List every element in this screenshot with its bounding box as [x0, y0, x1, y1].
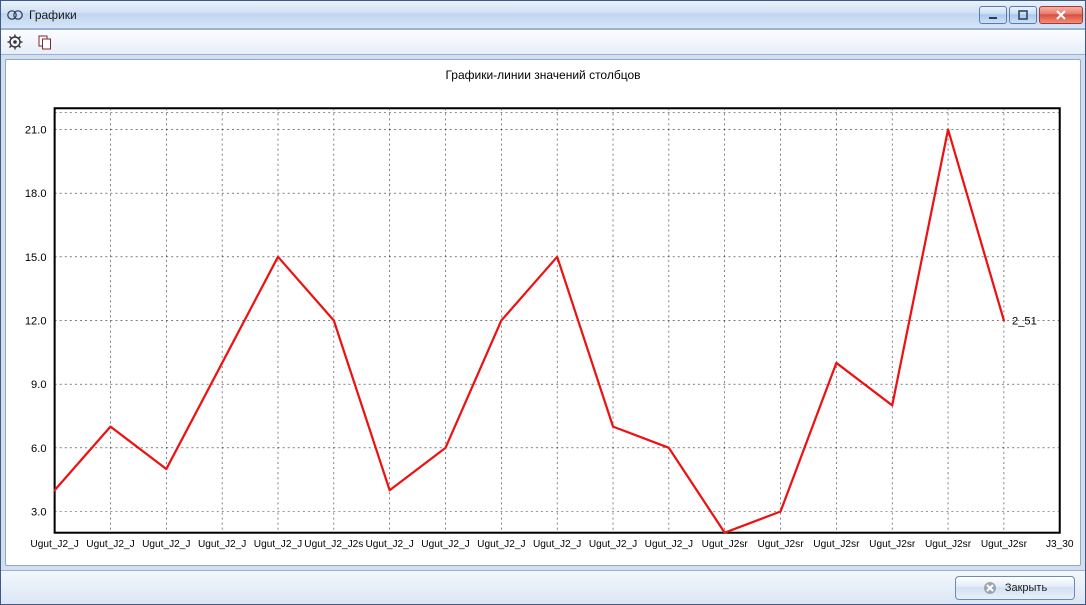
chart-area: 3.06.09.012.015.018.021.0Ugut_J2_JUgut_J… — [6, 84, 1080, 559]
close-window-button[interactable] — [1039, 6, 1083, 24]
svg-text:18.0: 18.0 — [25, 188, 47, 200]
svg-text:Ugut_J2_J: Ugut_J2_J — [589, 539, 637, 550]
svg-text:Ugut_J2_J: Ugut_J2_J — [142, 539, 190, 550]
svg-text:Ugut_J2sr: Ugut_J2sr — [757, 539, 804, 550]
svg-text:12.0: 12.0 — [25, 316, 47, 328]
svg-text:15.0: 15.0 — [25, 252, 47, 264]
svg-text:Ugut_J2_J: Ugut_J2_J — [86, 539, 134, 550]
app-icon — [7, 7, 23, 23]
svg-text:Ugut_J2sr: Ugut_J2sr — [869, 539, 916, 550]
app-window: Графики — [0, 0, 1086, 605]
svg-text:J3_30: J3_30 — [1046, 539, 1074, 550]
settings-icon[interactable] — [7, 34, 23, 50]
maximize-button[interactable] — [1009, 6, 1037, 24]
cancel-icon — [983, 581, 997, 595]
chart-title: Графики-линии значений столбцов — [6, 60, 1080, 84]
svg-text:21.0: 21.0 — [25, 125, 47, 137]
copy-icon[interactable] — [37, 34, 53, 50]
svg-text:Ugut_J2_J: Ugut_J2_J — [198, 539, 246, 550]
svg-text:Ugut_J2_J: Ugut_J2_J — [645, 539, 693, 550]
svg-text:Ugut_J2_J2s: Ugut_J2_J2s — [304, 539, 363, 550]
toolbar — [1, 29, 1085, 55]
titlebar: Графики — [1, 1, 1085, 29]
chart-panel: Графики-линии значений столбцов 3.0 6.0 9.… — [5, 59, 1081, 566]
svg-text:9.0: 9.0 — [31, 379, 46, 391]
svg-text:Ugut_J2sr: Ugut_J2sr — [813, 539, 860, 550]
footer-bar: Закрыть — [1, 570, 1085, 604]
minimize-button[interactable] — [979, 6, 1007, 24]
svg-text:2_51: 2_51 — [1012, 316, 1037, 328]
svg-text:Ugut_J2_J: Ugut_J2_J — [365, 539, 413, 550]
svg-text:Ugut_J2sr: Ugut_J2sr — [702, 539, 749, 550]
svg-text:Ugut_J2_J: Ugut_J2_J — [421, 539, 469, 550]
window-title: Графики — [29, 8, 77, 22]
close-button-label: Закрыть — [1005, 582, 1047, 594]
svg-text:3.0: 3.0 — [31, 507, 46, 519]
svg-text:6.0: 6.0 — [31, 443, 46, 455]
svg-text:Ugut_J2_J: Ugut_J2_J — [533, 539, 581, 550]
svg-text:Ugut_J2_J: Ugut_J2_J — [254, 539, 302, 550]
svg-text:Ugut_J2_J: Ugut_J2_J — [30, 539, 78, 550]
svg-text:Ugut_J2sr: Ugut_J2sr — [981, 539, 1028, 550]
svg-text:Ugut_J2_J: Ugut_J2_J — [477, 539, 525, 550]
close-button[interactable]: Закрыть — [955, 576, 1075, 600]
svg-text:Ugut_J2sr: Ugut_J2sr — [925, 539, 972, 550]
